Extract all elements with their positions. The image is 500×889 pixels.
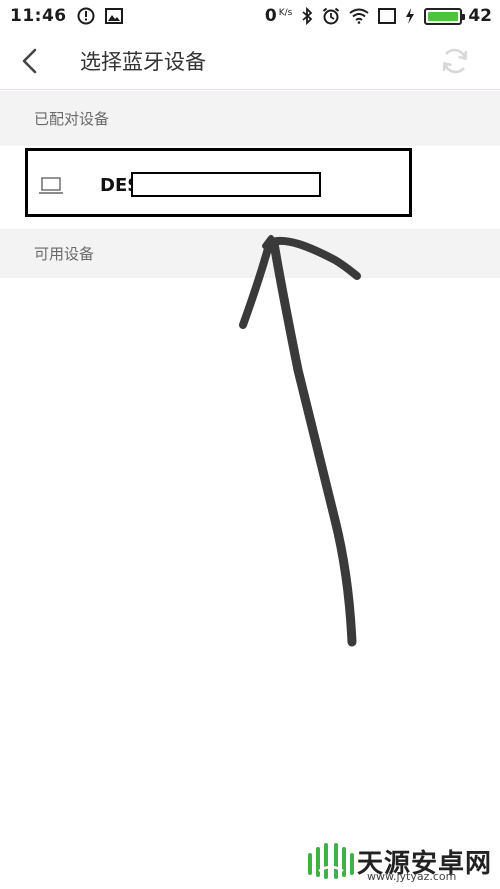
app-header: 选择蓝牙设备	[0, 32, 500, 90]
net-speed: 0 K/s	[265, 6, 292, 26]
square-icon	[378, 8, 397, 24]
net-speed-value: 0	[264, 6, 277, 26]
image-icon	[104, 8, 123, 24]
status-time: 11:46	[10, 6, 67, 26]
android-logo-icon	[308, 843, 354, 879]
watermark: 天源安卓网 www.jytyaz.com	[305, 838, 495, 884]
available-label: 可用设备	[34, 245, 95, 263]
battery-percent: 42	[468, 6, 492, 26]
section-header-paired: 已配对设备	[0, 91, 500, 146]
alarm-icon	[322, 7, 340, 25]
net-speed-unit: K/s	[278, 8, 293, 18]
wifi-icon	[349, 8, 369, 24]
highlight-box	[25, 148, 412, 217]
section-header-available: 可用设备	[0, 229, 500, 278]
paired-label: 已配对设备	[34, 110, 110, 128]
alert-circle-icon	[77, 7, 95, 25]
paired-device-row[interactable]: DES	[0, 146, 500, 229]
charging-icon	[405, 8, 415, 24]
battery-icon	[424, 7, 466, 25]
status-right: 0 K/s 42	[256, 6, 492, 26]
status-left: 11:46	[10, 6, 133, 26]
page-title: 选择蓝牙设备	[80, 49, 206, 74]
refresh-button[interactable]	[440, 46, 470, 76]
bluetooth-icon	[301, 7, 313, 25]
status-bar: 11:46 0 K/s 42	[0, 0, 500, 32]
chevron-left-icon	[22, 48, 37, 73]
watermark-url: www.jytyaz.com	[367, 870, 457, 883]
refresh-icon	[442, 48, 468, 74]
back-button[interactable]	[0, 32, 60, 90]
battery-fill	[428, 11, 459, 21]
